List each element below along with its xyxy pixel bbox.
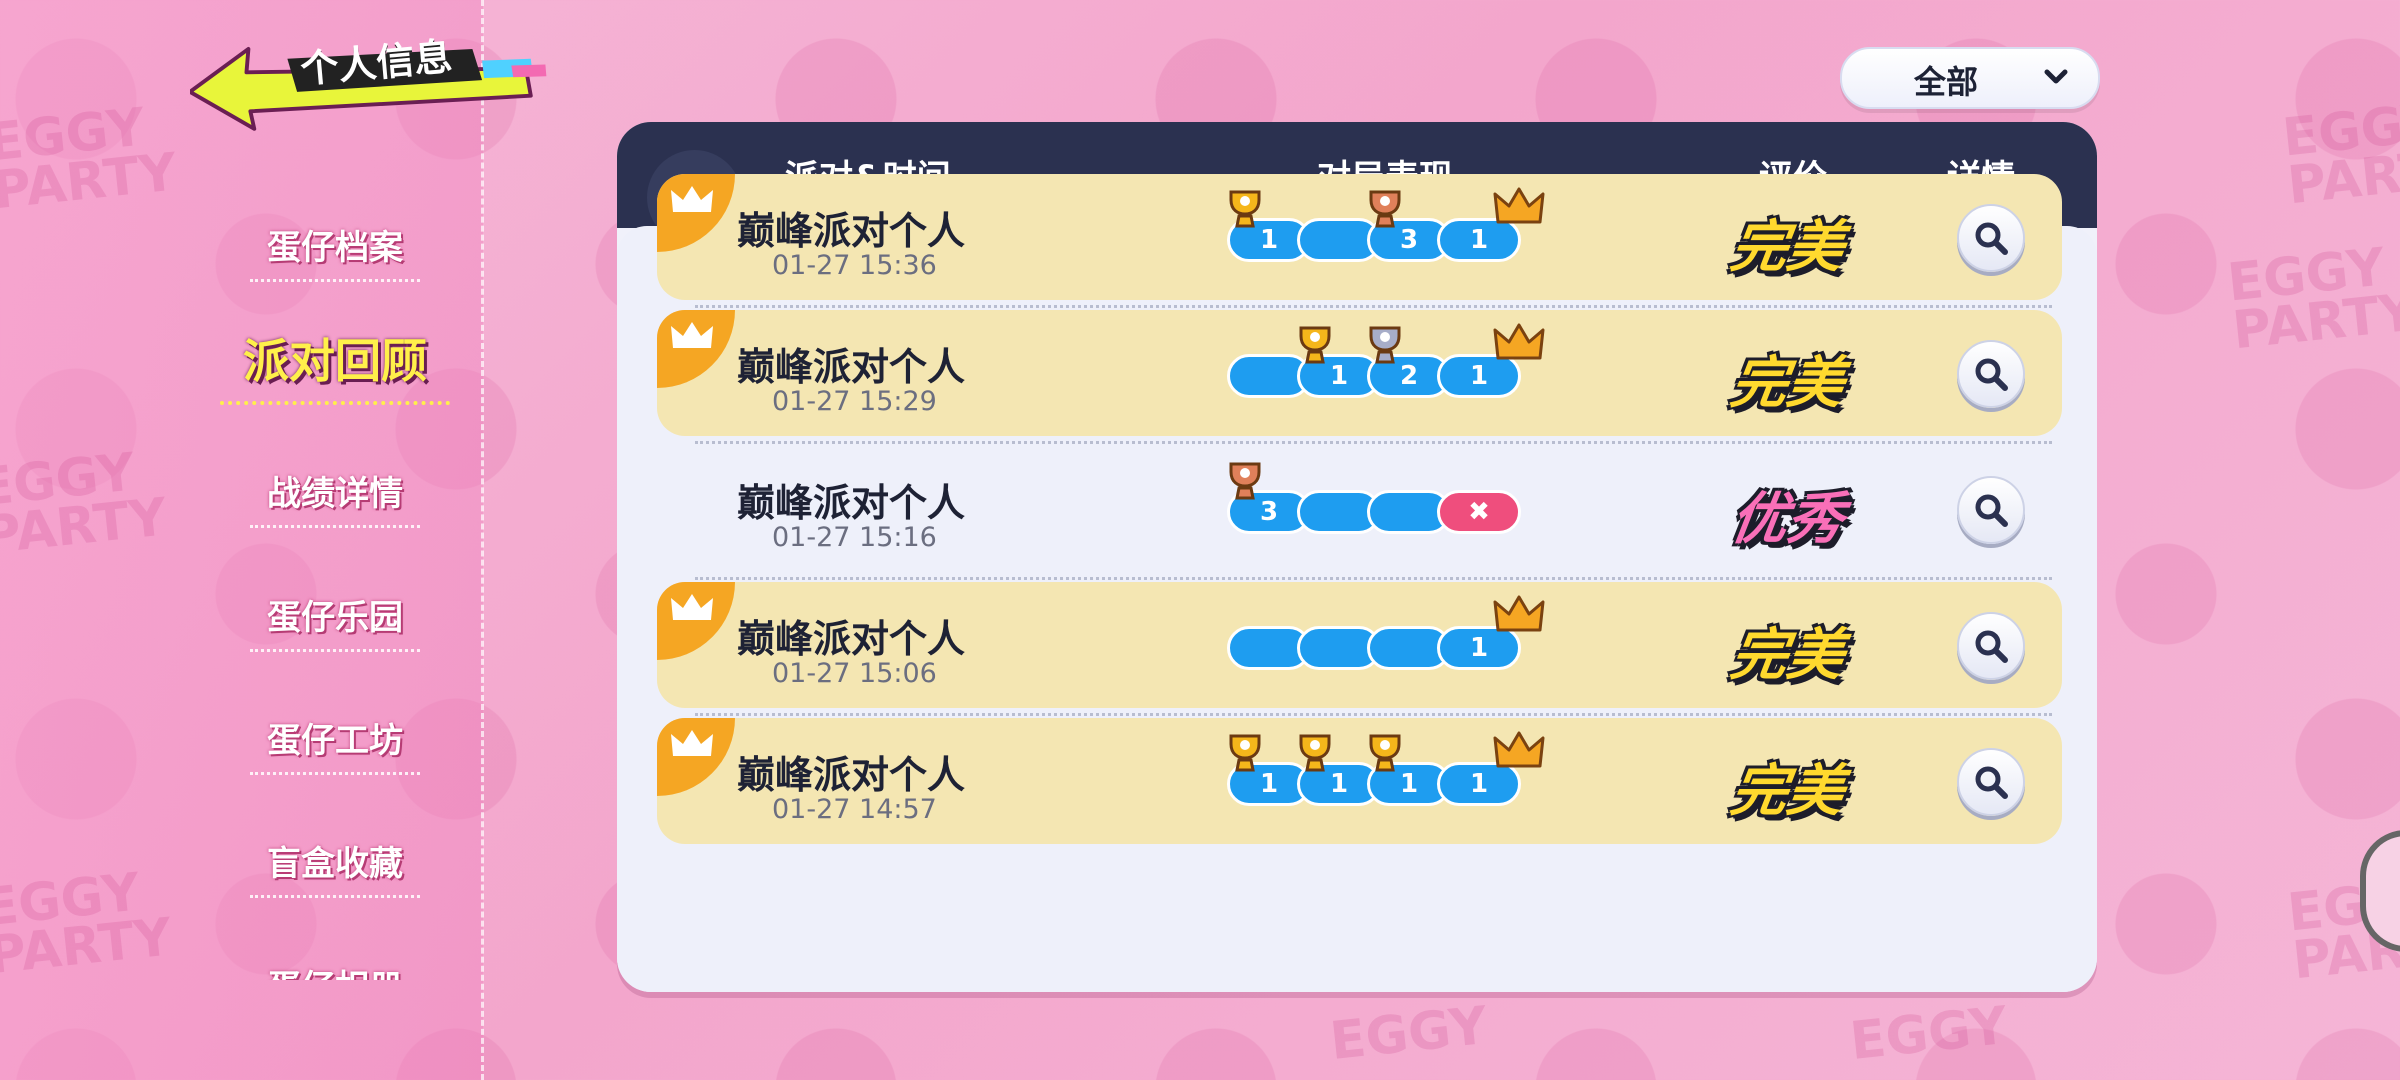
sidebar-item-label: 蛋仔档案: [267, 228, 403, 268]
crown-icon: [671, 730, 713, 756]
party-time: 01-27 15:16: [772, 522, 937, 553]
sidebar-item-blindbox[interactable]: 盲盒收藏: [200, 836, 470, 898]
filter-dropdown[interactable]: 全部: [1840, 47, 2100, 109]
round-rank: 1: [1469, 361, 1489, 391]
details-button[interactable]: [1957, 612, 2025, 680]
party-name: 巅峰派对个人: [737, 481, 966, 525]
sidebar-item-label: 派对回顾: [243, 334, 427, 388]
party-time: 01-27 15:06: [772, 658, 937, 689]
details-button[interactable]: [1957, 748, 2025, 816]
round-rank: 1: [1469, 225, 1489, 255]
watermark-logo: EGGY PARTY: [2279, 92, 2400, 217]
details-button[interactable]: [1957, 476, 2025, 544]
crown-icon: [671, 594, 713, 620]
party-name: 巅峰派对个人: [737, 753, 966, 797]
watermark-logo: EGGY: [1847, 995, 2011, 1073]
filter-selected-value: 全部: [1914, 63, 1979, 101]
watermark-logo: EGGY: [1327, 995, 1491, 1073]
sidebar: EGGY PARTY EGGY PARTY EGGY PARTY: [0, 0, 483, 1080]
rating-label: 优秀: [1726, 487, 1848, 552]
crown-icon: [671, 322, 713, 348]
round-performance: 1 2 1: [1227, 323, 1545, 404]
sidebar-item-battle-record[interactable]: 战绩详情: [200, 466, 470, 528]
rating-label: 完美: [1726, 215, 1848, 280]
sidebar-item-label: 战绩详情: [267, 474, 403, 514]
sidebar-item-label: 盲盒收藏: [267, 844, 403, 884]
details-button[interactable]: [1957, 340, 2025, 408]
round-rank: ✖: [1468, 497, 1490, 527]
sidebar-item-party-review[interactable]: 派对回顾: [200, 325, 470, 405]
search-icon: [1975, 358, 2008, 391]
sidebar-item-label: 蛋仔工坊: [267, 721, 403, 761]
crown-icon: [1493, 595, 1545, 632]
crown-icon: [1493, 731, 1545, 768]
chevron-down-icon: [2044, 69, 2068, 84]
party-name: 巅峰派对个人: [737, 209, 966, 253]
table-row[interactable]: 巅峰派对个人 01-27 15:36 1 3 1 完美: [657, 174, 2062, 308]
trophy-icon: [1369, 326, 1401, 364]
sidebar-item-album[interactable]: 蛋仔相册: [200, 960, 470, 980]
party-review-panel: 派对&时间 对局表现 评价 详情 巅峰派对个人01-27 15:361 3 1 …: [617, 122, 2097, 992]
table-row[interactable]: 巅峰派对个人 01-27 14:57 1 1 1 1 完美: [657, 718, 2062, 844]
round-performance: 1 3 1: [1227, 187, 1545, 268]
crown-icon: [1493, 187, 1545, 224]
party-time: 01-27 15:29: [772, 386, 937, 417]
party-name: 巅峰派对个人: [737, 345, 966, 389]
row-divider: [695, 713, 2052, 716]
table-row[interactable]: 巅峰派对个人 01-27 15:06 1 完美: [657, 582, 2062, 716]
round-performance: 1 1 1 1: [1227, 731, 1545, 812]
party-time: 01-27 15:36: [772, 250, 937, 281]
search-icon: [1975, 222, 2008, 255]
watermark-logo: EGGY PARTY: [0, 442, 170, 567]
search-icon: [1975, 494, 2008, 527]
rating-label: 完美: [1726, 759, 1848, 824]
sidebar-item-workshop[interactable]: 蛋仔工坊: [200, 713, 470, 775]
trophy-icon: [1369, 190, 1401, 228]
round-performance: 3 ✖: [1227, 462, 1521, 540]
win-badge: [657, 174, 735, 252]
search-icon: [1975, 630, 2008, 663]
trophy-icon: [1229, 734, 1261, 772]
watermark-logo: EGGY PARTY: [0, 862, 175, 987]
watermark-logo: EGGY PARTY: [2224, 237, 2400, 362]
round-result-pill: ✖: [1437, 490, 1521, 534]
trophy-icon: [1299, 734, 1331, 772]
party-time: 01-27 14:57: [772, 794, 937, 825]
trophy-icon: [1299, 326, 1331, 364]
rating-label: 完美: [1726, 351, 1848, 416]
round-performance: 1: [1227, 595, 1545, 676]
sidebar-item-profile[interactable]: 蛋仔档案: [200, 220, 470, 282]
crown-icon: [671, 186, 713, 212]
trophy-icon: [1229, 190, 1261, 228]
row-divider: [695, 305, 2052, 308]
round-rank: 1: [1469, 769, 1489, 799]
crown-icon: [1493, 323, 1545, 360]
row-divider: [695, 577, 2052, 580]
sidebar-item-park[interactable]: 蛋仔乐园: [200, 590, 470, 652]
trophy-icon: [1369, 734, 1401, 772]
table-body: 巅峰派对个人 01-27 15:36 1 3 1 完美 巅峰派对个人 01-27 15…: [617, 174, 2097, 992]
win-badge: [657, 582, 735, 660]
table-row[interactable]: 巅峰派对个人 01-27 15:29 1 2 1 完美: [657, 310, 2062, 444]
watermark-logo: EGGY PARTY: [0, 97, 180, 222]
details-button[interactable]: [1957, 204, 2025, 272]
win-badge: [657, 718, 735, 796]
table-row[interactable]: 巅峰派对个人 01-27 15:16 3 ✖ 优秀: [657, 446, 2062, 580]
row-divider: [695, 441, 2052, 444]
round-rank: 1: [1469, 633, 1489, 663]
sidebar-item-label: 蛋仔相册: [267, 968, 403, 980]
sidebar-item-label: 蛋仔乐园: [267, 598, 403, 638]
win-badge: [657, 310, 735, 388]
rating-label: 完美: [1726, 623, 1848, 688]
sidebar-divider: [481, 0, 484, 1080]
search-icon: [1975, 766, 2008, 799]
trophy-icon: [1229, 462, 1261, 500]
party-name: 巅峰派对个人: [737, 617, 966, 661]
